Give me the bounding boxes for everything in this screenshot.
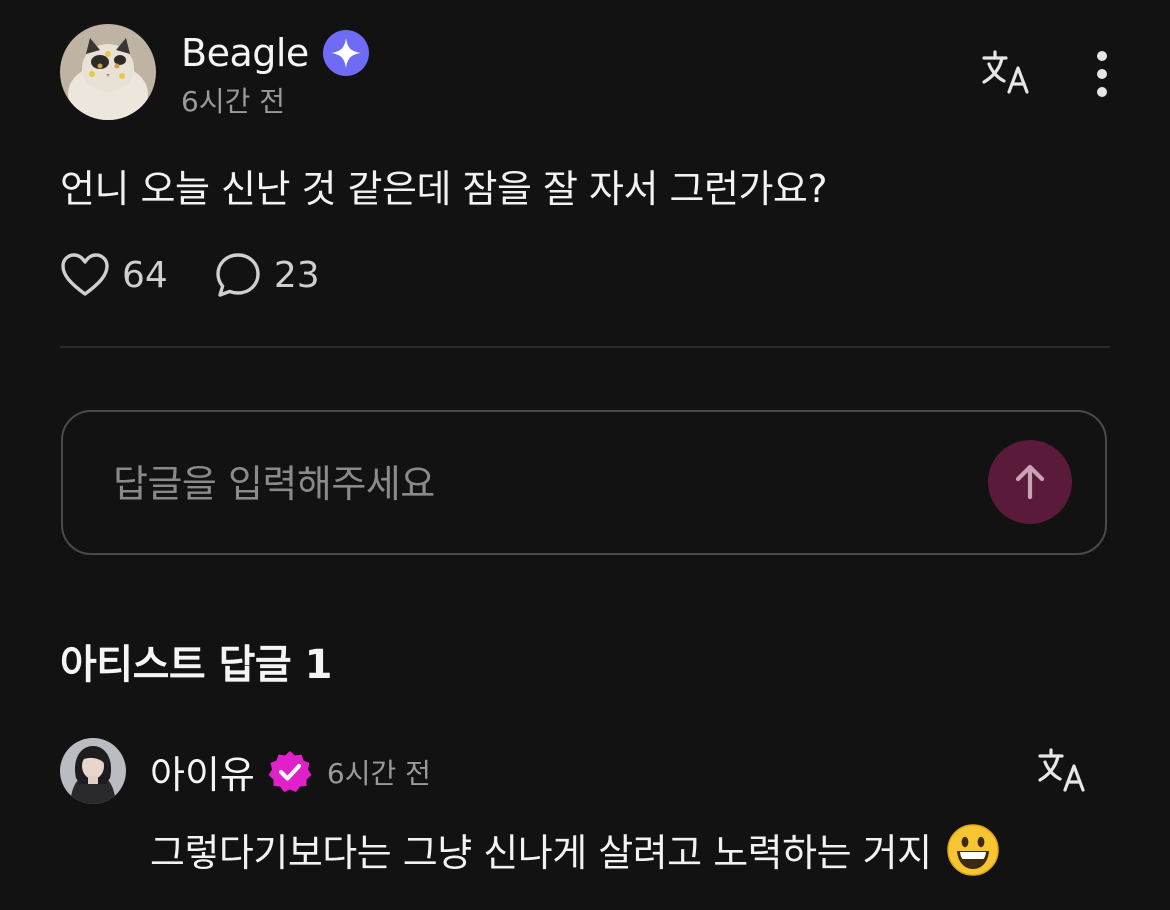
heart-icon xyxy=(61,253,109,296)
grinning-face-emoji-icon xyxy=(946,823,999,876)
post-detail-page: Beagle 6시간 전 언니 오늘 신난 것 같은데 잠을 잘 자서 그런가요… xyxy=(0,0,1170,910)
translate-icon xyxy=(982,50,1029,94)
send-reply-button[interactable] xyxy=(988,440,1072,524)
reply-author-name[interactable]: 아이유 xyxy=(150,744,255,799)
reply-author-avatar[interactable] xyxy=(60,738,126,804)
more-vertical-icon xyxy=(1097,51,1107,97)
like-count: 64 xyxy=(122,254,168,296)
divider xyxy=(60,346,1110,348)
post-author-name[interactable]: Beagle xyxy=(181,31,309,75)
reply-timestamp: 6시간 전 xyxy=(326,756,431,790)
sparkle-badge-icon xyxy=(322,30,369,76)
reply-input-box xyxy=(61,410,1107,555)
reply-body-text: 그렇다기보다는 그냥 신나게 살려고 노력하는 거지 xyxy=(150,831,932,875)
post-stats: 64 23 xyxy=(60,250,320,300)
translate-button[interactable] xyxy=(980,48,1034,98)
like-button[interactable]: 64 xyxy=(60,252,168,298)
reply-translate-button[interactable] xyxy=(1036,746,1090,796)
comment-button[interactable]: 23 xyxy=(214,251,320,299)
reply-author: 아이유 6시간 전 xyxy=(150,744,431,799)
post-author: Beagle xyxy=(181,30,369,76)
post-body-text: 언니 오늘 신난 것 같은데 잠을 잘 자서 그런가요? xyxy=(60,167,828,211)
translate-icon xyxy=(1038,748,1085,792)
verified-badge-icon xyxy=(268,750,312,792)
post-timestamp: 6시간 전 xyxy=(181,85,285,118)
post-author-avatar[interactable] xyxy=(60,24,156,120)
reply-input[interactable] xyxy=(111,412,955,555)
reply-body: 그렇다기보다는 그냥 신나게 살려고 노력하는 거지 xyxy=(150,822,1000,877)
arrow-up-icon xyxy=(1015,464,1045,500)
artist-replies-title: 아티스트 답글 1 xyxy=(60,642,332,688)
comment-count: 23 xyxy=(273,254,320,296)
comment-bubble-icon xyxy=(216,253,260,297)
more-options-button[interactable] xyxy=(1086,50,1118,98)
